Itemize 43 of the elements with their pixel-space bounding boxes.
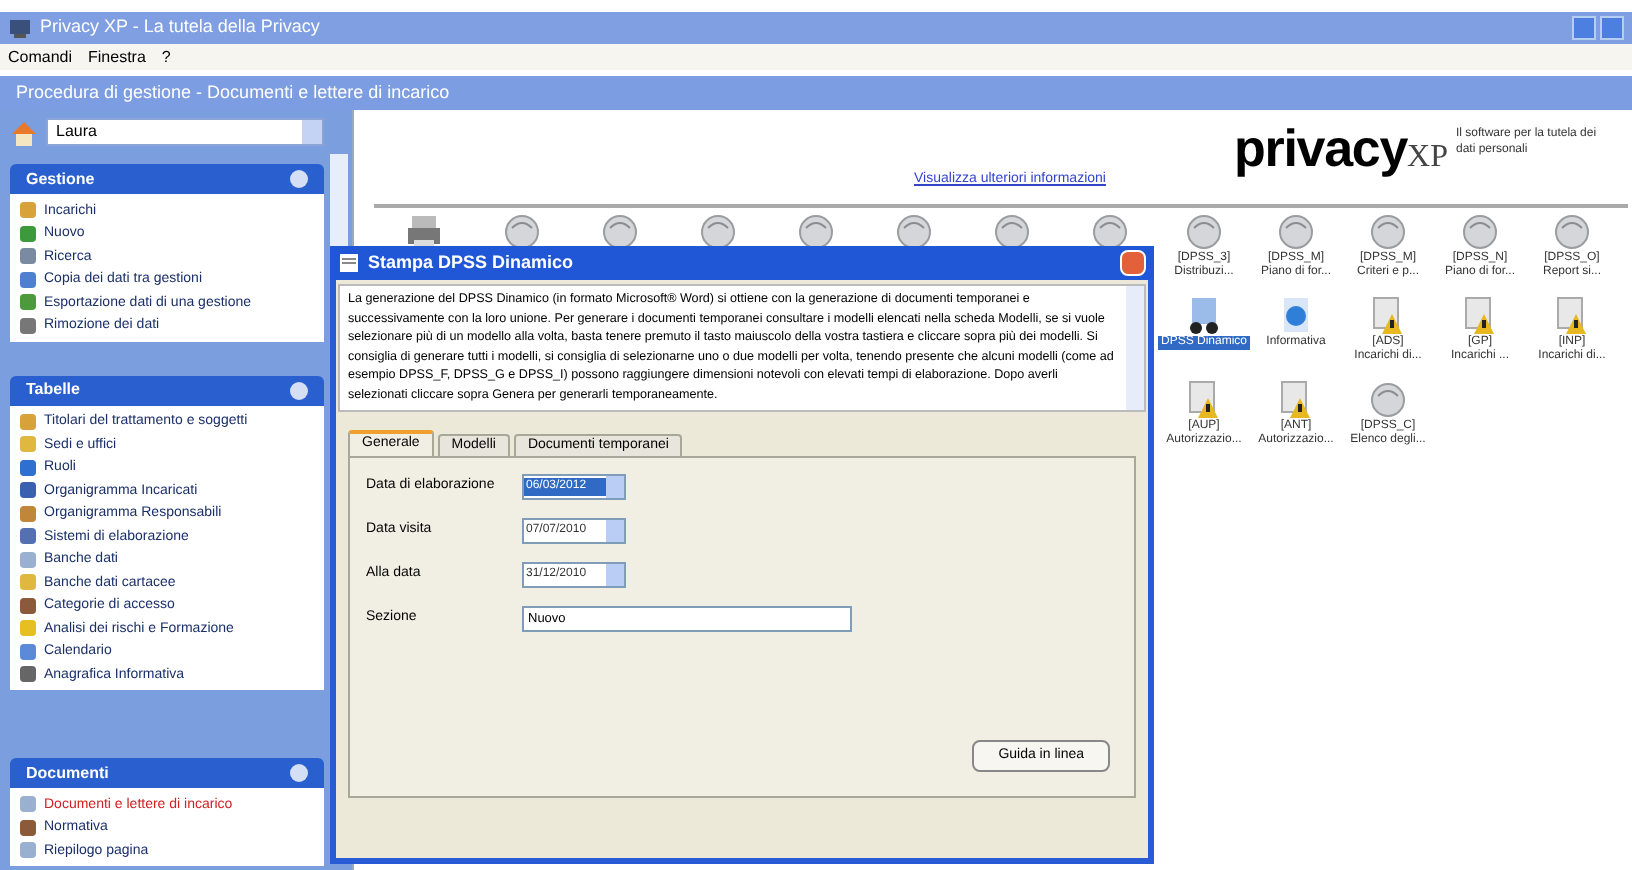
globe-icon (1368, 380, 1408, 420)
menu-item[interactable]: Finestra (88, 45, 146, 69)
collapse-icon[interactable] (290, 381, 308, 399)
maximize-button[interactable] (1600, 16, 1624, 40)
globe-icon (1184, 212, 1224, 252)
group-header[interactable]: Gestione (10, 164, 324, 194)
menu-item[interactable]: ? (161, 45, 171, 69)
collapse-icon[interactable] (290, 764, 308, 782)
globe-icon (501, 212, 541, 252)
globe-icon (1460, 212, 1500, 252)
group-header[interactable]: Tabelle (10, 375, 324, 405)
minimize-button[interactable] (1572, 16, 1596, 40)
globe-icon (893, 212, 933, 252)
warning-document-icon (1184, 380, 1224, 420)
user-dropdown[interactable]: Laura (46, 118, 324, 146)
globe-icon (991, 212, 1031, 252)
scrollbar[interactable] (1126, 286, 1144, 410)
warning-document-icon (1460, 296, 1500, 336)
globe-icon (1276, 212, 1316, 252)
group-title: Documenti (26, 761, 109, 785)
group-header[interactable]: Documenti (10, 758, 324, 788)
logo-suffix: XP (1407, 142, 1448, 174)
window-title: Privacy XP - La tutela della Privacy (40, 14, 320, 41)
globe-icon (599, 212, 639, 252)
house-icon (10, 119, 38, 145)
globe-icon (1089, 212, 1129, 252)
globe-icon (1368, 212, 1408, 252)
logo-text: privacy (1234, 122, 1408, 174)
globe-icon (697, 212, 737, 252)
globe-icon (1552, 212, 1592, 252)
group-title: Gestione (26, 167, 95, 191)
warning-document-icon (1368, 296, 1408, 336)
dialog-title: Stampa DPSS Dinamico (368, 249, 574, 276)
menu-item[interactable]: Comandi (8, 45, 73, 69)
collapse-icon[interactable] (290, 170, 308, 188)
globe-icon (795, 212, 835, 252)
group-title: Tabelle (26, 378, 80, 402)
inner-window-title: Procedura di gestione - Documenti e lettere di incarico (16, 79, 450, 106)
warning-document-icon (1552, 296, 1592, 336)
warning-document-icon (1276, 380, 1316, 420)
close-button[interactable] (1120, 250, 1146, 276)
app-icon (8, 16, 32, 40)
document-glasses-icon (1184, 296, 1224, 336)
